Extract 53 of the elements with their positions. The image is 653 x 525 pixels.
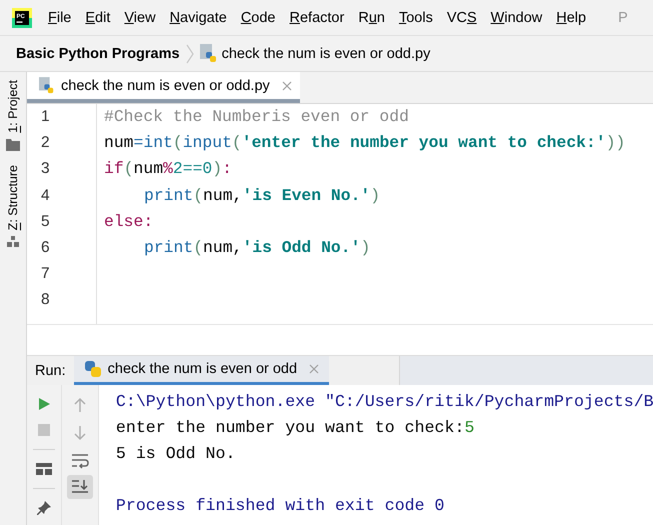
menu-item[interactable]: File: [48, 10, 72, 26]
menu-item[interactable]: Code: [240, 10, 276, 26]
tool-window-tab[interactable]: Z: Structure: [6, 164, 20, 230]
run-tab[interactable]: check the num is even or odd: [74, 356, 330, 385]
menu-item[interactable]: Refactor: [290, 10, 344, 26]
code-line: else:: [104, 212, 154, 231]
code-line: if(num%2==0):: [104, 159, 232, 178]
chevron-icon: [186, 44, 194, 64]
folder-icon: [6, 138, 20, 151]
console-line: Process finished with exit code 0: [116, 496, 445, 515]
line-number: 6: [41, 238, 51, 258]
breadcrumb-project[interactable]: Basic Python Programs: [16, 46, 180, 62]
menu-item[interactable]: VCS: [446, 10, 477, 26]
scroll-to-end-button[interactable]: [66, 475, 93, 499]
line-number: 5: [41, 212, 51, 232]
line-number: 7: [41, 264, 51, 284]
line-number: 2: [41, 133, 51, 154]
stop-icon[interactable]: [36, 423, 51, 437]
run-icon[interactable]: [36, 397, 51, 411]
structure-icon: [7, 236, 19, 248]
scroll-to-end-icon: [70, 479, 89, 495]
python-icon: [84, 360, 102, 378]
menu-item[interactable]: Tools: [398, 10, 433, 26]
python-file-icon: [39, 76, 55, 94]
code-line: num=int(input('enter the number you want to check:')): [104, 133, 626, 152]
console-line: C:\Python\python.exe "C:/Users/ritik/PycharmProjects/B: [116, 392, 653, 411]
editor-tab[interactable]: check the num is even or odd.py: [27, 72, 300, 103]
code-line: print(num,'is Odd No.'): [144, 238, 370, 257]
down-arrow-icon[interactable]: [72, 425, 87, 441]
run-label: Run:: [34, 362, 67, 378]
menu-item[interactable]: Help: [556, 10, 586, 26]
menu-item[interactable]: View: [124, 10, 156, 26]
tool-window-tab[interactable]: 1: Project: [6, 80, 20, 133]
soft-wrap-icon[interactable]: [70, 453, 89, 469]
line-number: 1: [41, 107, 51, 127]
pin-icon[interactable]: [36, 501, 51, 515]
layout-icon[interactable]: [36, 462, 52, 476]
menu-item[interactable]: Navigate: [170, 10, 227, 26]
close-icon[interactable]: [282, 80, 292, 90]
code-line: print(num,'is Even No.'): [144, 186, 380, 205]
menu-item[interactable]: Window: [490, 10, 542, 26]
breadcrumb-file[interactable]: check the num is even or odd.py: [200, 44, 430, 64]
python-file-icon: [200, 44, 218, 64]
console-line: 5 is Odd No.: [116, 444, 236, 463]
up-arrow-icon[interactable]: [72, 397, 87, 413]
menu-item[interactable]: Edit: [85, 10, 110, 26]
line-number: 8: [41, 290, 51, 310]
console-line: enter the number you want to check:5: [116, 418, 474, 437]
close-icon[interactable]: [309, 364, 320, 374]
menu-item[interactable]: Run: [358, 10, 385, 26]
code-line: #Check the Numberis even or odd: [104, 107, 409, 126]
line-number: 3: [41, 159, 51, 180]
line-number: 4: [41, 186, 51, 206]
